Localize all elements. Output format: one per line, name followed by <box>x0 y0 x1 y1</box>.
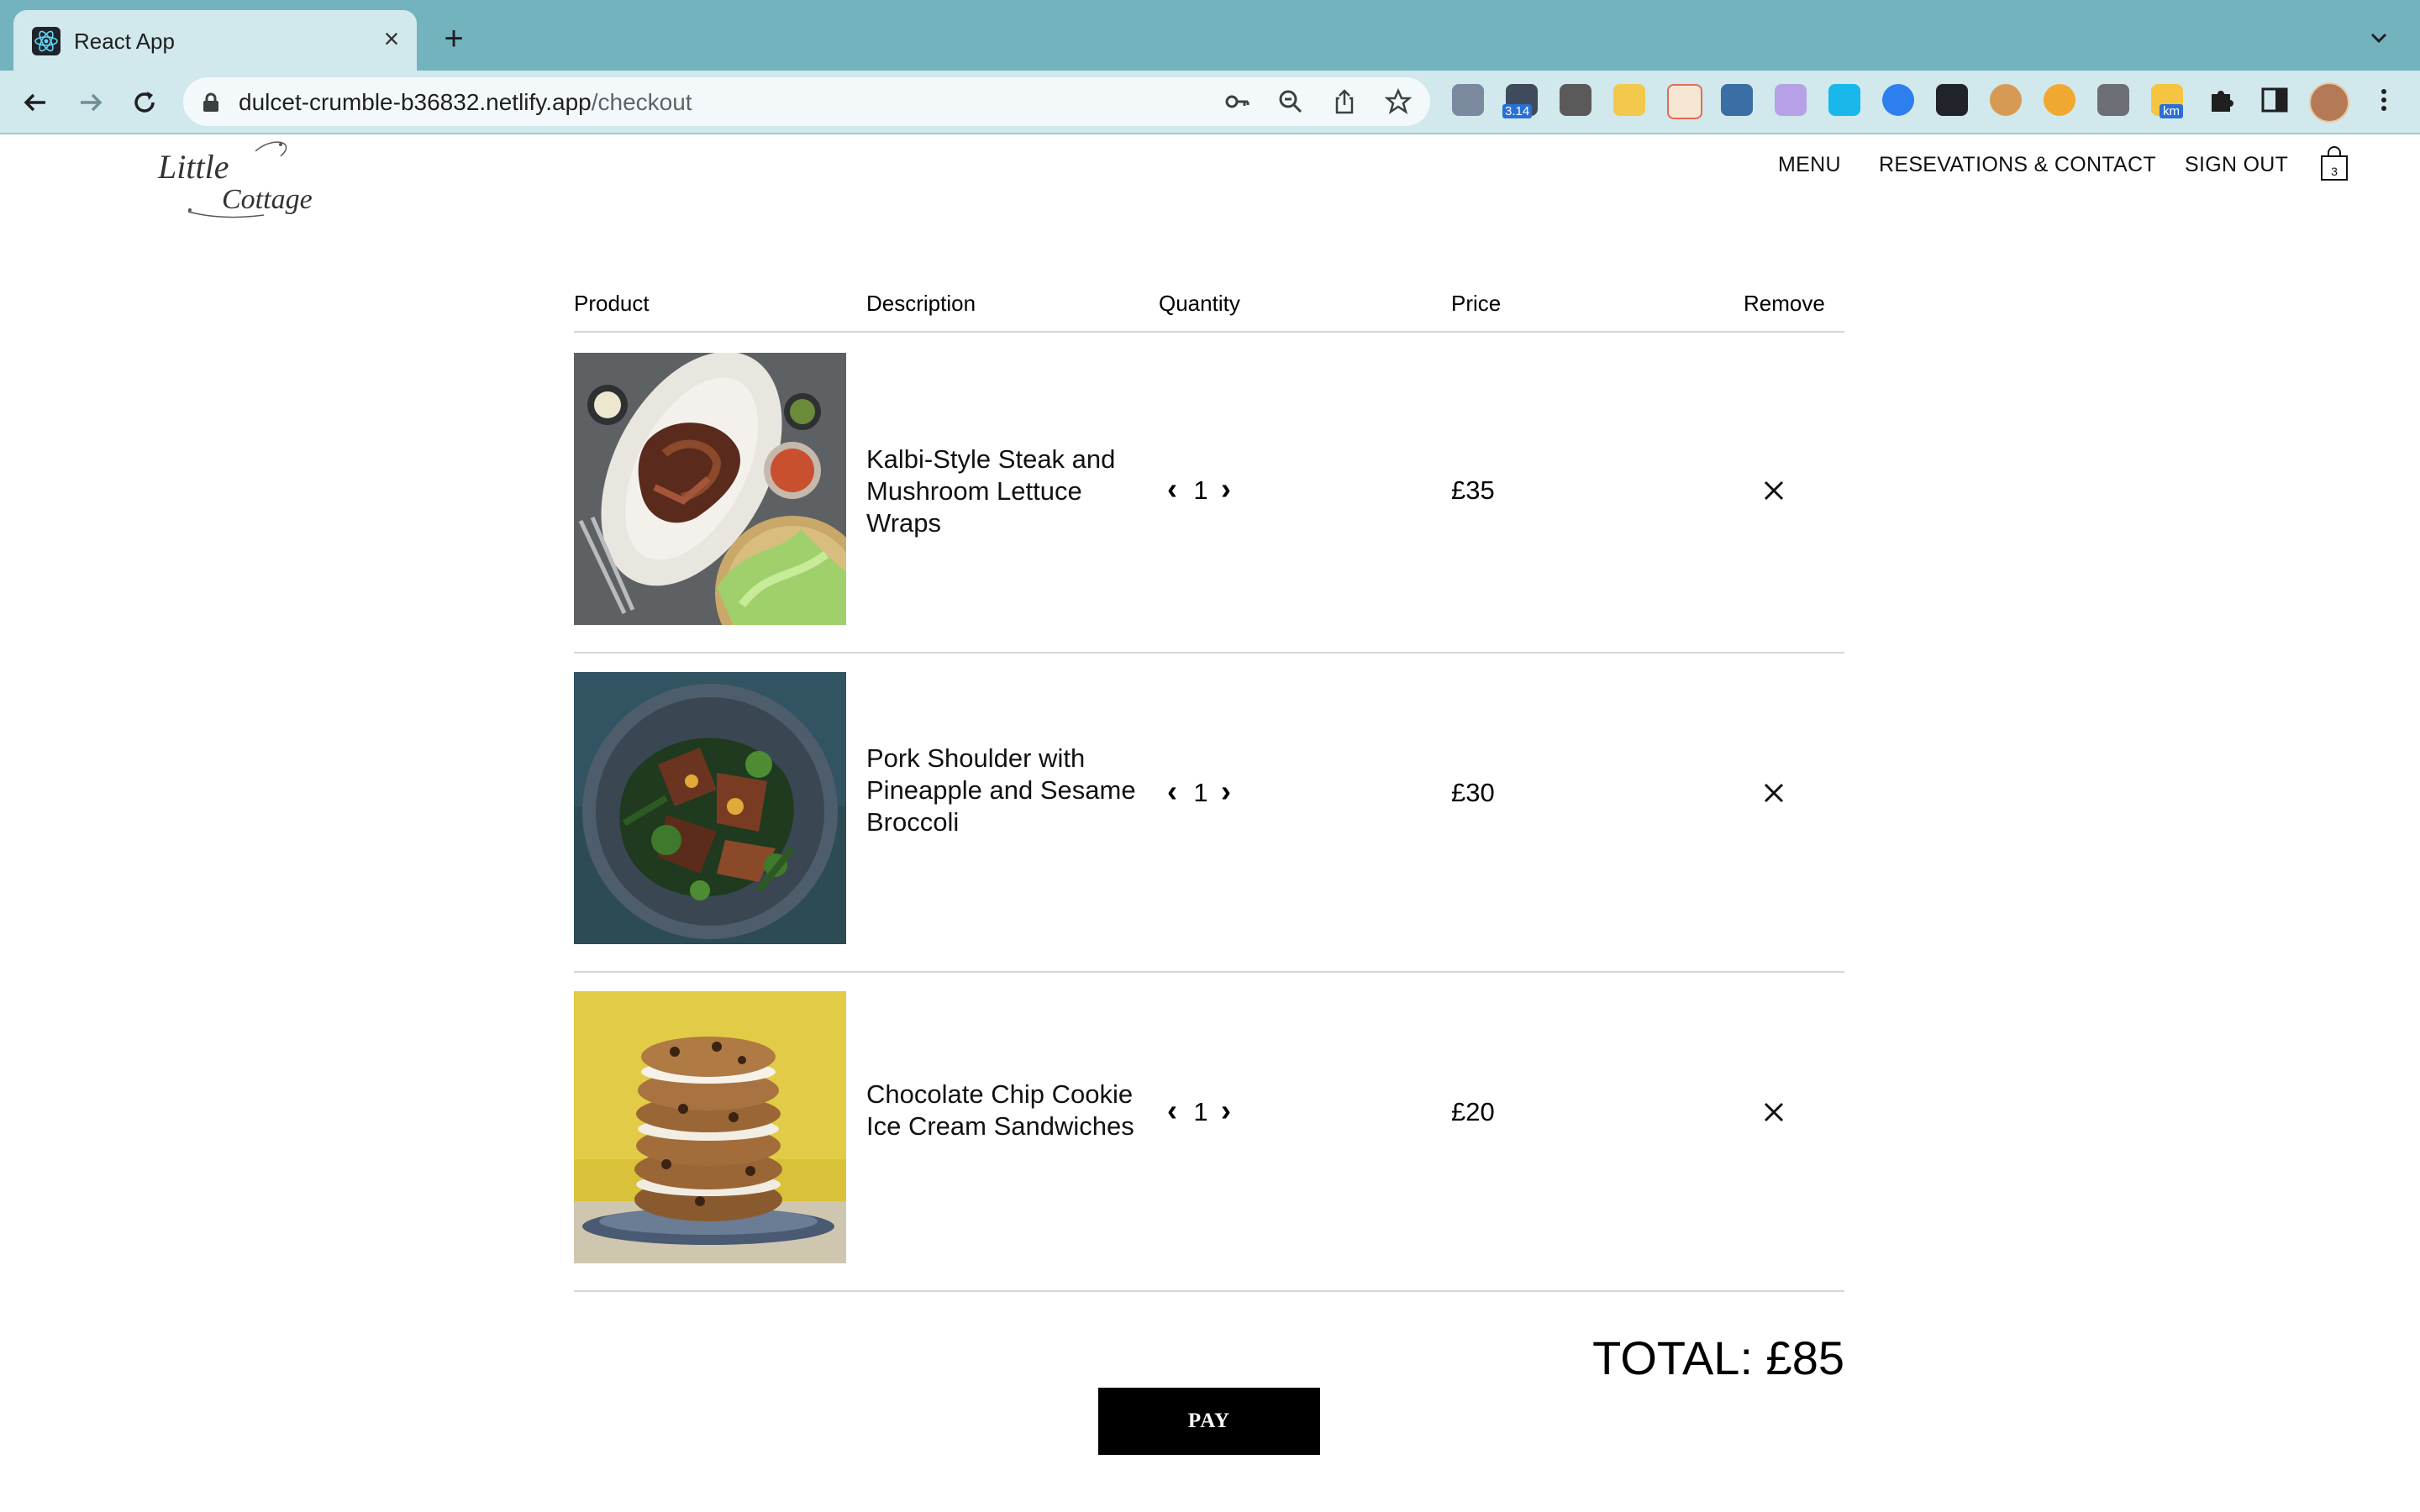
extension-satellite-icon[interactable] <box>1452 84 1484 116</box>
tab-search-chevron-icon[interactable] <box>2366 25 2391 50</box>
quantity-value: 1 <box>1193 1097 1208 1126</box>
lock-icon[interactable] <box>202 92 220 113</box>
checkout-item-row: Chocolate Chip Cookie Ice Cream Sandwich… <box>574 971 1844 1292</box>
extensions-puzzle-icon[interactable] <box>2205 84 2237 116</box>
shopping-bag-icon[interactable]: 3 <box>2319 146 2349 181</box>
url-text[interactable]: dulcet-crumble-b36832.netlify.app/checko… <box>239 89 692 116</box>
profile-avatar[interactable] <box>2309 82 2349 123</box>
header-price: Price <box>1451 291 1502 316</box>
pay-button[interactable]: PAY <box>1098 1388 1320 1455</box>
header-description: Description <box>866 291 976 316</box>
product-description: Pork Shoulder with Pineapple and Sesame … <box>866 743 1136 837</box>
extension-folder-icon[interactable]: km <box>2151 84 2183 118</box>
extension-c-icon[interactable] <box>1882 84 1914 116</box>
chevron-left-icon[interactable]: ‹ <box>1160 774 1184 808</box>
extension-pen-icon[interactable] <box>1775 84 1807 116</box>
reload-icon[interactable] <box>126 84 163 121</box>
tab-title: React App <box>74 29 175 54</box>
product-price: £20 <box>1451 1097 1495 1126</box>
new-tab-icon[interactable]: + <box>437 22 471 55</box>
header-product: Product <box>574 291 650 316</box>
back-icon[interactable] <box>17 84 54 121</box>
close-icon[interactable] <box>1755 1094 1792 1131</box>
tab-close-icon[interactable]: × <box>376 24 407 54</box>
extension-compass-icon[interactable] <box>2044 84 2075 116</box>
extension-calendar-icon[interactable] <box>1667 84 1702 119</box>
product-price: £30 <box>1451 778 1495 807</box>
key-icon[interactable] <box>1223 88 1250 115</box>
header-remove: Remove <box>1744 291 1825 316</box>
extension-save-icon[interactable] <box>1721 84 1753 116</box>
extension-react-devtools-icon[interactable] <box>1936 84 1968 116</box>
browser-tab[interactable]: React App × <box>13 10 417 71</box>
extension-speed-icon[interactable]: 3.14 <box>1502 84 1538 118</box>
extension-vimeo-icon[interactable] <box>1828 84 1860 116</box>
chevron-left-icon[interactable]: ‹ <box>1160 472 1184 506</box>
react-favicon-icon <box>32 27 60 55</box>
product-image-cookie-ice-cream-sandwiches <box>574 991 846 1263</box>
chevron-left-icon[interactable]: ‹ <box>1160 1094 1184 1127</box>
chevron-right-icon[interactable]: › <box>1214 472 1238 506</box>
checkout-table-header: Product Description Quantity Price Remov… <box>574 291 1844 333</box>
product-image-pork-shoulder-broccoli <box>574 672 846 944</box>
share-icon[interactable] <box>1331 88 1358 115</box>
nav-reservations-contact-link[interactable]: RESEVATIONS & CONTACT <box>1879 153 2156 177</box>
product-description: Kalbi-Style Steak and Mushroom Lettuce W… <box>866 444 1116 538</box>
browser-tabstrip: React App × + <box>0 0 2420 71</box>
chevron-right-icon[interactable]: › <box>1214 774 1238 808</box>
extension-cookie-icon[interactable] <box>1990 84 2022 116</box>
chevron-right-icon[interactable]: › <box>1214 1094 1238 1127</box>
forward-icon[interactable] <box>72 84 109 121</box>
product-price: £35 <box>1451 475 1495 505</box>
side-panel-icon[interactable] <box>2259 84 2291 116</box>
product-description: Chocolate Chip Cookie Ice Cream Sandwich… <box>866 1079 1134 1141</box>
nav-menu-link[interactable]: MENU <box>1778 153 1841 177</box>
close-icon[interactable] <box>1755 774 1792 811</box>
product-image-steak-lettuce-wraps <box>574 353 846 625</box>
bookmark-star-icon[interactable] <box>1384 87 1413 115</box>
header-quantity: Quantity <box>1159 291 1240 316</box>
svg-text:Cottage: Cottage <box>222 184 313 215</box>
checkout-item-row: Pork Shoulder with Pineapple and Sesame … <box>574 652 1844 973</box>
close-icon[interactable] <box>1755 472 1792 509</box>
extension-robot-icon[interactable] <box>1560 84 1591 116</box>
order-total: TOTAL: £85 <box>1592 1331 1844 1384</box>
zoom-out-icon[interactable] <box>1277 88 1304 115</box>
quantity-value: 1 <box>1193 475 1208 505</box>
site-logo[interactable]: Little Cottage <box>155 134 348 223</box>
quantity-value: 1 <box>1193 778 1208 807</box>
browser-menu-icon[interactable] <box>2368 84 2400 116</box>
nav-sign-out-link[interactable]: SIGN OUT <box>2185 153 2288 177</box>
extension-document-icon[interactable] <box>2097 84 2129 116</box>
cart-count: 3 <box>2331 165 2338 178</box>
extension-pencil-icon[interactable] <box>1613 84 1645 116</box>
svg-text:Little: Little <box>157 148 229 186</box>
address-bar[interactable]: dulcet-crumble-b36832.netlify.app/checko… <box>183 77 1430 126</box>
checkout-item-row: Kalbi-Style Steak and Mushroom Lettuce W… <box>574 333 1844 654</box>
